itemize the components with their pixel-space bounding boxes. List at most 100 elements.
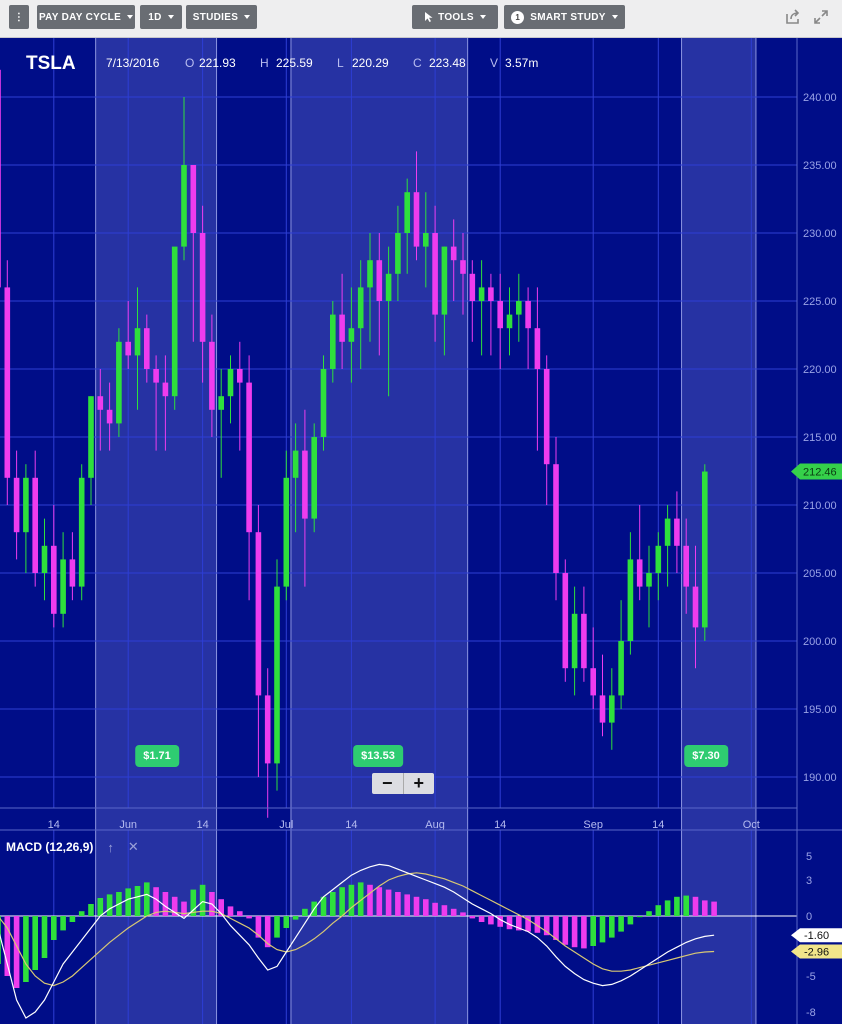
macd-histogram-bar (553, 916, 559, 940)
candle-body (41, 545, 48, 573)
close-icon[interactable]: ✕ (128, 839, 139, 855)
candle-body (525, 301, 531, 329)
candle-body (0, 69, 1, 288)
macd-histogram-bar (302, 908, 308, 916)
candle-body (69, 559, 76, 587)
macd-histogram-bar (404, 894, 410, 916)
candle-body (432, 233, 438, 315)
candle-body (4, 287, 11, 478)
time-tick-label: Jul (279, 819, 293, 831)
price-tick-label: 225.00 (803, 296, 837, 308)
price-tick-label: 235.00 (803, 160, 837, 172)
arrow-up-icon[interactable]: ↑ (107, 840, 114, 855)
candle-body (692, 586, 699, 628)
candle-body (348, 328, 355, 342)
macd-tick-label: 0 (806, 911, 812, 923)
macd-histogram-bar (348, 884, 355, 916)
macd-tick-label: -8 (806, 1007, 816, 1019)
candle-body (144, 328, 150, 369)
macd-histogram-bar (460, 912, 466, 916)
macd-histogram-bar (134, 886, 141, 916)
macd-value-label: -1.60 (804, 930, 829, 942)
macd-histogram-bar (590, 916, 596, 946)
candle-body (450, 246, 457, 261)
zoom-out-button[interactable]: − (372, 773, 404, 794)
macd-histogram-bar (636, 916, 643, 918)
macd-histogram-bar (78, 911, 85, 916)
candle-body (385, 273, 392, 301)
candle-body (283, 477, 290, 587)
macd-histogram-bar (274, 916, 280, 938)
candle-body (125, 341, 131, 356)
symbol-label: TSLA (26, 53, 76, 74)
time-tick-label: Jun (119, 819, 137, 831)
candle-body (599, 695, 606, 723)
candle-body (311, 437, 317, 519)
price-chart[interactable]: 240.00 235.00 230.00 225.00 220.00 215.00 210.… (0, 0, 842, 1024)
macd-histogram-bar (469, 916, 476, 919)
macd-histogram-bar (13, 916, 20, 988)
cycle-band (95, 38, 217, 1024)
low-label: L (337, 56, 344, 70)
candle-body (674, 518, 680, 546)
candle-body (497, 301, 503, 329)
price-tick-label: 195.00 (803, 704, 837, 716)
cycle-band (681, 38, 756, 1024)
macd-histogram-bar (376, 887, 383, 916)
macd-histogram-bar (60, 916, 66, 931)
macd-histogram-bar (88, 904, 94, 916)
candle-body (218, 396, 224, 410)
candle-body (506, 314, 513, 329)
candle-body (646, 573, 652, 587)
candle-body (171, 246, 178, 397)
macd-histogram-bar (227, 906, 234, 916)
candle-body (571, 613, 578, 669)
candle-body (60, 559, 66, 614)
price-tick-label: 215.00 (803, 432, 837, 444)
candle-body (395, 233, 401, 274)
zoom-in-button[interactable]: + (404, 773, 435, 794)
price-tick-label: 230.00 (803, 228, 837, 240)
candle-body (460, 260, 466, 274)
macd-header: MACD (12,26,9) ↑ ✕ (6, 839, 139, 855)
candle-body (683, 545, 689, 587)
cycle-badge[interactable]: $7.30 (684, 745, 728, 767)
high-value: 225.59 (276, 56, 313, 70)
price-tick-label: 200.00 (803, 636, 837, 648)
candle-body (181, 165, 187, 247)
cycle-band (290, 38, 468, 1024)
close-value: 223.48 (429, 56, 466, 70)
macd-histogram-bar (330, 892, 336, 916)
macd-histogram-bar (283, 916, 290, 928)
macd-histogram-bar (367, 884, 373, 916)
macd-histogram-bar (23, 916, 29, 982)
date-label: 7/13/2016 (106, 56, 160, 70)
candle-body (636, 559, 643, 587)
open-label: O (185, 56, 195, 70)
last-price-label: 212.46 (803, 467, 837, 479)
candle-body (23, 477, 29, 533)
macd-histogram-bar (237, 911, 243, 916)
candle-body (302, 450, 308, 519)
candle-body (423, 233, 429, 247)
candle-body (209, 341, 215, 410)
cycle-badge[interactable]: $1.71 (135, 745, 179, 767)
signal-value-label: -2.96 (804, 947, 829, 959)
candle-body (581, 613, 587, 669)
candle-body (227, 369, 234, 397)
time-tick-label: 14 (652, 819, 664, 831)
time-tick-label: Sep (583, 819, 603, 831)
time-tick-label: Oct (743, 819, 760, 831)
candle-body (339, 314, 345, 342)
candle-body (376, 260, 383, 301)
macd-histogram-bar (506, 916, 513, 930)
time-tick-label: Aug (425, 819, 445, 831)
price-tick-label: 210.00 (803, 500, 837, 512)
macd-histogram-bar (32, 916, 38, 970)
time-tick-label: 14 (345, 819, 357, 831)
macd-histogram-bar (692, 896, 699, 916)
candle-body (478, 287, 485, 301)
candle-body (609, 695, 615, 723)
macd-histogram-bar (702, 900, 708, 916)
cycle-badge[interactable]: $13.53 (353, 745, 403, 767)
